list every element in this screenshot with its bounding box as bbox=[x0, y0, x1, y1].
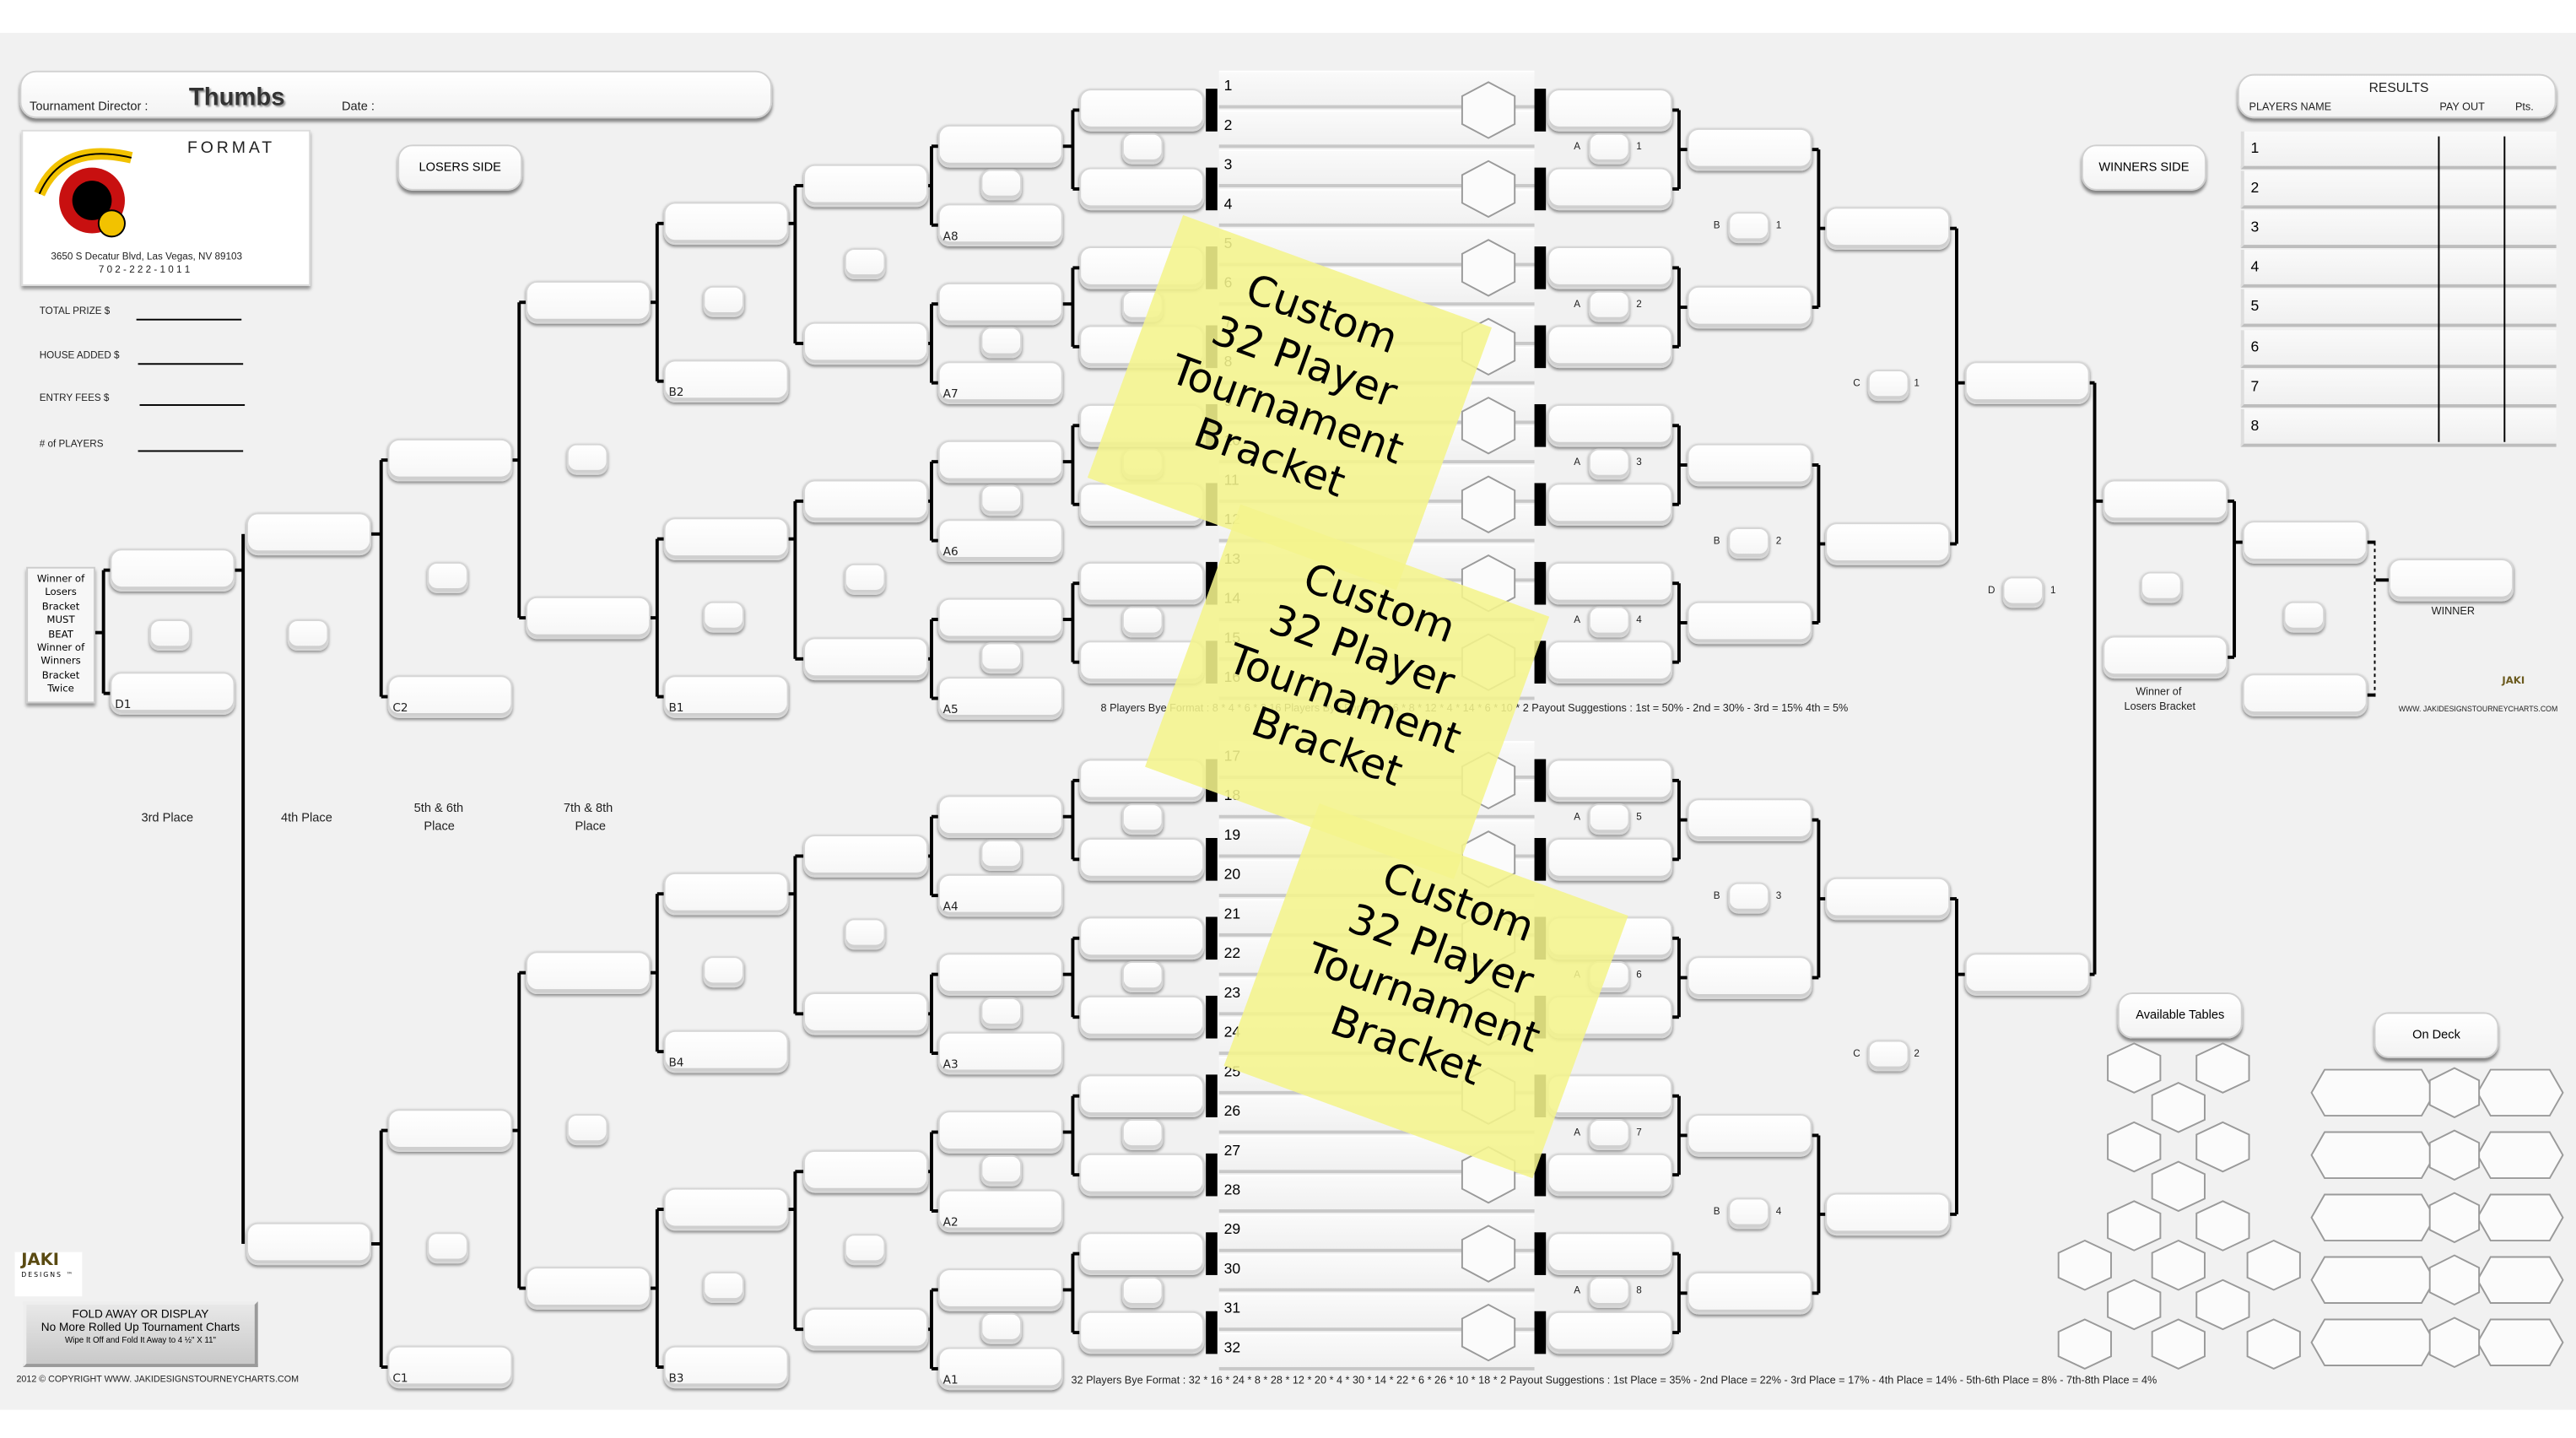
table-hexagon-icon[interactable] bbox=[1461, 475, 1516, 533]
table-hexagon-icon[interactable] bbox=[1461, 81, 1516, 139]
available-table-hexagon-icon[interactable] bbox=[2107, 1121, 2162, 1173]
table-hexagon-icon[interactable] bbox=[1461, 397, 1516, 455]
on-deck-slot[interactable] bbox=[2310, 1131, 2436, 1180]
available-table-hexagon-icon[interactable] bbox=[2107, 1279, 2162, 1331]
on-deck-table-hexagon-icon[interactable] bbox=[2428, 1316, 2481, 1369]
on-deck-slot[interactable] bbox=[2476, 1131, 2564, 1180]
on-deck-slot[interactable] bbox=[2476, 1193, 2564, 1242]
table-hexagon-icon[interactable] bbox=[1461, 239, 1516, 297]
available-table-hexagon-icon[interactable] bbox=[2246, 1318, 2301, 1370]
on-deck-table-hexagon-icon[interactable] bbox=[2428, 1067, 2481, 1119]
on-deck-slot[interactable] bbox=[2310, 1318, 2436, 1366]
available-table-hexagon-icon[interactable] bbox=[2107, 1200, 2162, 1251]
available-table-hexagon-icon[interactable] bbox=[2195, 1279, 2250, 1331]
available-table-hexagon-icon[interactable] bbox=[2246, 1239, 2301, 1291]
available-table-hexagon-icon[interactable] bbox=[2195, 1200, 2250, 1251]
available-table-hexagon-icon[interactable] bbox=[2151, 1318, 2206, 1370]
on-deck-slot[interactable] bbox=[2476, 1068, 2564, 1117]
on-deck-slot[interactable] bbox=[2476, 1318, 2564, 1366]
table-hexagon-icon[interactable] bbox=[1461, 1303, 1516, 1362]
on-deck-table-hexagon-icon[interactable] bbox=[2428, 1254, 2481, 1306]
available-table-hexagon-icon[interactable] bbox=[2151, 1160, 2206, 1213]
table-hexagon-icon[interactable] bbox=[1461, 159, 1516, 219]
available-table-hexagon-icon[interactable] bbox=[2151, 1082, 2206, 1133]
available-table-hexagon-icon[interactable] bbox=[2151, 1239, 2206, 1291]
on-deck-slot[interactable] bbox=[2310, 1193, 2436, 1242]
available-table-hexagon-icon[interactable] bbox=[2057, 1239, 2112, 1291]
on-deck-slot[interactable] bbox=[2476, 1256, 2564, 1305]
available-table-hexagon-icon[interactable] bbox=[2195, 1121, 2250, 1173]
on-deck-table-hexagon-icon[interactable] bbox=[2428, 1129, 2481, 1181]
available-table-hexagon-icon[interactable] bbox=[2057, 1318, 2112, 1370]
on-deck-table-hexagon-icon[interactable] bbox=[2428, 1192, 2481, 1244]
available-table-hexagon-icon[interactable] bbox=[2195, 1042, 2250, 1094]
table-hexagon-icon[interactable] bbox=[1461, 1224, 1516, 1283]
on-deck-slot[interactable] bbox=[2310, 1068, 2436, 1117]
available-table-hexagon-icon[interactable] bbox=[2107, 1042, 2162, 1094]
on-deck-slot[interactable] bbox=[2310, 1256, 2436, 1305]
bracket-sheet: Tournament Director : Thumbs Date : FORM… bbox=[0, 0, 2576, 1438]
